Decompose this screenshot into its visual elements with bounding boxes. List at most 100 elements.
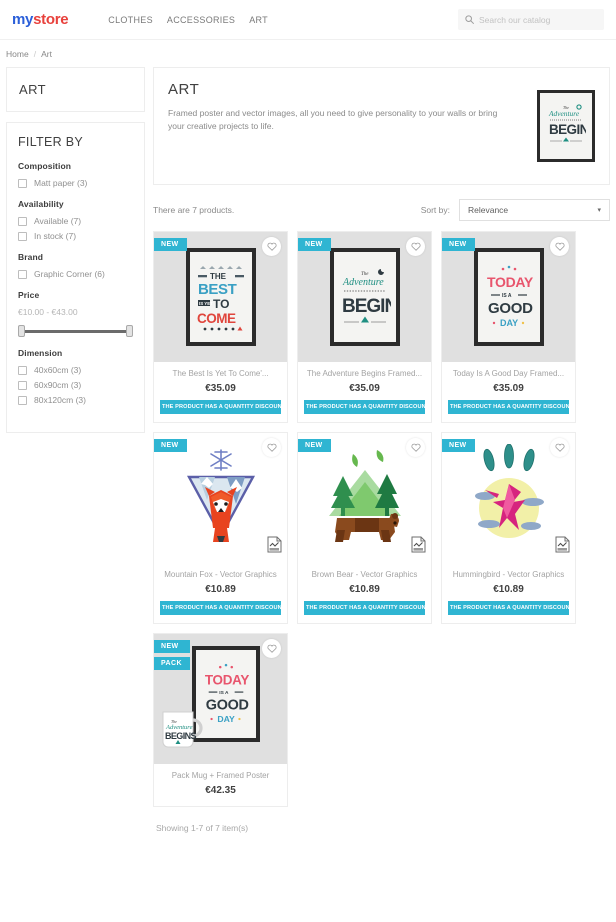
quantity-discount-badge: THE PRODUCT HAS A QUANTITY DISCOUNT	[160, 400, 281, 414]
svg-text:THE: THE	[210, 272, 227, 281]
adventure-begins-art: The Adventure BEGINS	[342, 269, 391, 323]
search-box[interactable]	[458, 9, 604, 30]
product-price: €10.89	[493, 584, 524, 595]
product-badges: NEW	[298, 439, 331, 452]
product-badges: NEW	[298, 238, 331, 251]
checkbox-matt-paper[interactable]	[18, 178, 27, 188]
breadcrumb-home[interactable]: Home	[6, 49, 29, 59]
product-name[interactable]: The Adventure Begins Framed...	[304, 369, 425, 378]
product-name[interactable]: The Best Is Yet To Come'...	[160, 369, 281, 378]
badge-new: NEW	[154, 640, 190, 653]
product-thumbnail[interactable]: NEW	[442, 433, 575, 563]
product-card[interactable]: NEW PACK TODAY IS A GOOD DAY The Adventu…	[153, 633, 288, 807]
product-thumbnail[interactable]: NEW	[154, 433, 287, 563]
facet-option-60x90[interactable]: 60x90cm (3)	[18, 380, 133, 390]
sidebar-category-title: ART	[19, 82, 46, 97]
sort-select[interactable]: Relevance ▾	[459, 199, 610, 221]
product-name[interactable]: Hummingbird - Vector Graphics	[448, 570, 569, 579]
adventure-begins-art: The Adventure BEGINS	[548, 104, 586, 142]
svg-text:IS YET: IS YET	[199, 301, 213, 306]
nav-item-art[interactable]: ART	[249, 15, 268, 25]
checkbox-80x120[interactable]	[18, 395, 27, 405]
facet-option-available[interactable]: Available (7)	[18, 216, 133, 226]
vector-file-icon	[267, 536, 282, 558]
facet-option-40x60[interactable]: 40x60cm (3)	[18, 365, 133, 375]
product-thumbnail[interactable]: NEW	[154, 232, 287, 362]
product-price: €10.89	[205, 584, 236, 595]
pagination-summary: Showing 1-7 of 7 item(s)	[156, 823, 249, 833]
facet-option-matt-paper[interactable]: Matt paper (3)	[18, 178, 133, 188]
wishlist-button[interactable]	[262, 438, 281, 457]
svg-text:IS A: IS A	[219, 690, 229, 696]
wishlist-button[interactable]	[550, 237, 569, 256]
wishlist-button[interactable]	[406, 237, 425, 256]
product-card[interactable]: NEW	[153, 432, 288, 624]
badge-new: NEW	[298, 439, 331, 452]
today-is-a-good-day-art: TODAY IS A GOOD DAY	[487, 265, 534, 328]
svg-text:GOOD: GOOD	[488, 300, 533, 317]
search-input[interactable]	[479, 14, 597, 25]
page-body: ART FILTER BY Composition Matt paper (3)…	[0, 67, 616, 833]
facet-label-80x120: 80x120cm (3)	[34, 395, 86, 405]
checkbox-60x90[interactable]	[18, 380, 27, 390]
product-name[interactable]: Pack Mug + Framed Poster	[160, 771, 281, 780]
product-card[interactable]: NEW TODAY IS A GOOD DAY Today Is A Good …	[441, 231, 576, 423]
nav-item-accessories[interactable]: ACCESSORIES	[167, 15, 235, 25]
product-name[interactable]: Mountain Fox - Vector Graphics	[160, 570, 281, 579]
svg-text:GOOD: GOOD	[206, 697, 249, 713]
heart-icon	[266, 644, 277, 653]
facet-option-in-stock[interactable]: In stock (7)	[18, 231, 133, 241]
svg-text:TO: TO	[213, 297, 229, 311]
checkbox-graphic-corner[interactable]	[18, 269, 27, 279]
facet-label-60x90: 60x90cm (3)	[34, 380, 82, 390]
hummingbird-art	[474, 444, 544, 538]
product-card[interactable]: NEW	[153, 231, 288, 423]
svg-text:Adventure: Adventure	[342, 277, 384, 288]
price-slider[interactable]	[18, 325, 133, 337]
badge-new: NEW	[442, 238, 475, 251]
checkbox-40x60[interactable]	[18, 365, 27, 375]
facet-dimension: Dimension 40x60cm (3) 60x90cm (3) 80x120…	[18, 348, 133, 405]
wishlist-button[interactable]	[406, 438, 425, 457]
nav-item-clothes[interactable]: CLOTHES	[108, 15, 153, 25]
product-card[interactable]: NEW The Adventure BEGI The Adventure Beg…	[297, 231, 432, 423]
wishlist-button[interactable]	[262, 237, 281, 256]
facet-title-price: Price	[18, 290, 40, 300]
svg-text:BEGINS: BEGINS	[342, 296, 391, 317]
product-info: Hummingbird - Vector Graphics €10.89 THE…	[442, 563, 575, 623]
sort-selected-value: Relevance	[468, 205, 509, 215]
product-card[interactable]: NEW	[297, 432, 432, 624]
product-thumbnail[interactable]: NEW TODAY IS A GOOD DAY	[442, 232, 575, 362]
quantity-discount-badge: THE PRODUCT HAS A QUANTITY DISCOUNT	[448, 400, 569, 414]
svg-text:BEGINS: BEGINS	[549, 122, 586, 137]
facet-option-80x120[interactable]: 80x120cm (3)	[18, 395, 133, 405]
product-price: €10.89	[349, 584, 380, 595]
product-thumbnail[interactable]: NEW	[298, 433, 431, 563]
badge-new: NEW	[298, 238, 331, 251]
mug-art: The Adventure BEGINS	[162, 711, 203, 748]
product-thumbnail[interactable]: NEW The Adventure BEGI	[298, 232, 431, 362]
price-slider-handle-max[interactable]	[126, 325, 133, 337]
site-logo[interactable]: mystore	[12, 11, 69, 28]
breadcrumb: Home / Art	[0, 40, 616, 67]
product-name[interactable]: Brown Bear - Vector Graphics	[304, 570, 425, 579]
breadcrumb-current: Art	[41, 48, 52, 59]
product-info: Pack Mug + Framed Poster €42.35	[154, 764, 287, 806]
product-card[interactable]: NEW	[441, 432, 576, 624]
svg-text:Adventure: Adventure	[548, 109, 580, 118]
facet-option-graphic-corner[interactable]: Graphic Corner (6)	[18, 269, 133, 279]
checkbox-available[interactable]	[18, 216, 27, 226]
svg-text:BEGINS: BEGINS	[165, 731, 197, 741]
svg-text:TODAY: TODAY	[487, 274, 534, 290]
product-thumbnail[interactable]: NEW PACK TODAY IS A GOOD DAY The Adventu…	[154, 634, 287, 764]
page-title: ART	[168, 81, 200, 98]
product-name[interactable]: Today Is A Good Day Framed...	[448, 369, 569, 378]
facet-label-in-stock: In stock (7)	[34, 231, 77, 241]
product-price: €35.09	[205, 383, 236, 394]
filter-by-title: FILTER BY	[18, 135, 83, 149]
price-slider-handle-min[interactable]	[18, 325, 25, 337]
checkbox-in-stock[interactable]	[18, 231, 27, 241]
wishlist-button[interactable]	[262, 639, 281, 658]
wishlist-button[interactable]	[550, 438, 569, 457]
badge-new: NEW	[442, 439, 475, 452]
